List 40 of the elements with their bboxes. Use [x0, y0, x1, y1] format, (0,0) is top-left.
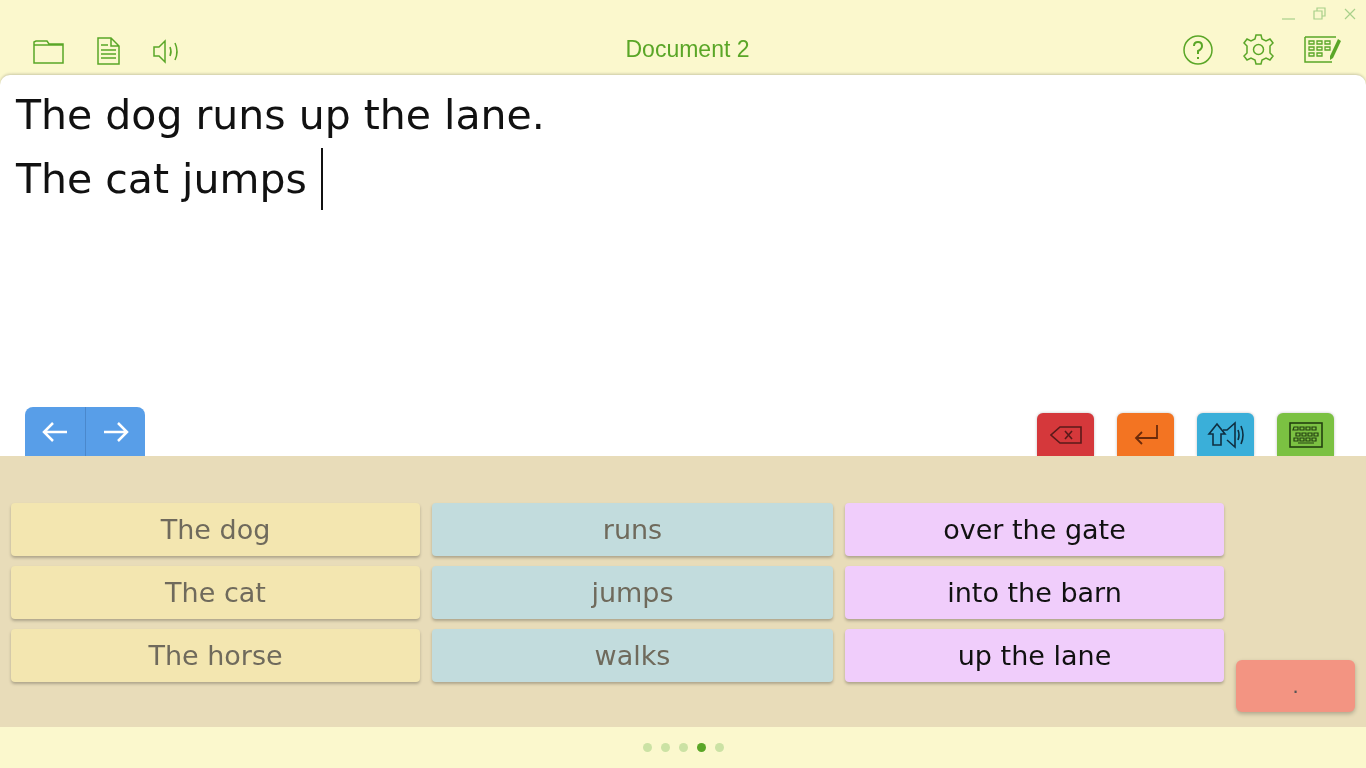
- word-button[interactable]: The cat: [11, 566, 420, 619]
- close-icon[interactable]: [1344, 8, 1356, 20]
- document-area[interactable]: The dog runs up the lane. The cat jumps: [0, 75, 1366, 456]
- document-text: The dog runs up the lane.: [16, 90, 545, 141]
- folder-icon[interactable]: [33, 37, 64, 65]
- page-dot[interactable]: [660, 743, 670, 752]
- speaker-icon[interactable]: [153, 38, 181, 64]
- back-button[interactable]: [25, 407, 85, 456]
- word-button[interactable]: The dog: [11, 503, 420, 556]
- text-cursor: [320, 148, 323, 210]
- page-dot[interactable]: [714, 743, 724, 752]
- page-dot[interactable]: [678, 743, 688, 752]
- word-button[interactable]: jumps: [432, 566, 833, 619]
- word-button[interactable]: up the lane: [845, 629, 1224, 682]
- page-dot[interactable]: [642, 743, 652, 752]
- backspace-button[interactable]: [1037, 413, 1094, 456]
- word-button[interactable]: walks: [432, 629, 833, 682]
- word-button[interactable]: The horse: [11, 629, 420, 682]
- window-title: Document 2: [625, 36, 750, 64]
- speak-button[interactable]: [1197, 413, 1254, 456]
- word-button[interactable]: runs: [432, 503, 833, 556]
- restore-icon[interactable]: [1313, 7, 1326, 20]
- page-dot[interactable]: [696, 743, 706, 752]
- forward-button[interactable]: [85, 407, 145, 456]
- keyboard-edit-icon[interactable]: [1304, 36, 1342, 63]
- right-arrow-icon: [102, 420, 129, 443]
- keyboard-button[interactable]: [1277, 413, 1334, 456]
- settings-icon[interactable]: [1243, 34, 1274, 65]
- document-icon[interactable]: [97, 37, 120, 65]
- help-icon[interactable]: [1183, 34, 1213, 65]
- shift-speaker-icon: [1206, 420, 1245, 449]
- document-text: The cat jumps: [16, 154, 307, 205]
- left-arrow-icon: [42, 420, 68, 443]
- word-button[interactable]: over the gate: [845, 503, 1224, 556]
- period-button[interactable]: .: [1236, 660, 1355, 712]
- enter-icon: [1132, 423, 1159, 446]
- word-button[interactable]: into the barn: [845, 566, 1224, 619]
- backspace-icon: [1049, 425, 1082, 444]
- keyboard-icon: [1288, 421, 1323, 448]
- enter-button[interactable]: [1117, 413, 1174, 456]
